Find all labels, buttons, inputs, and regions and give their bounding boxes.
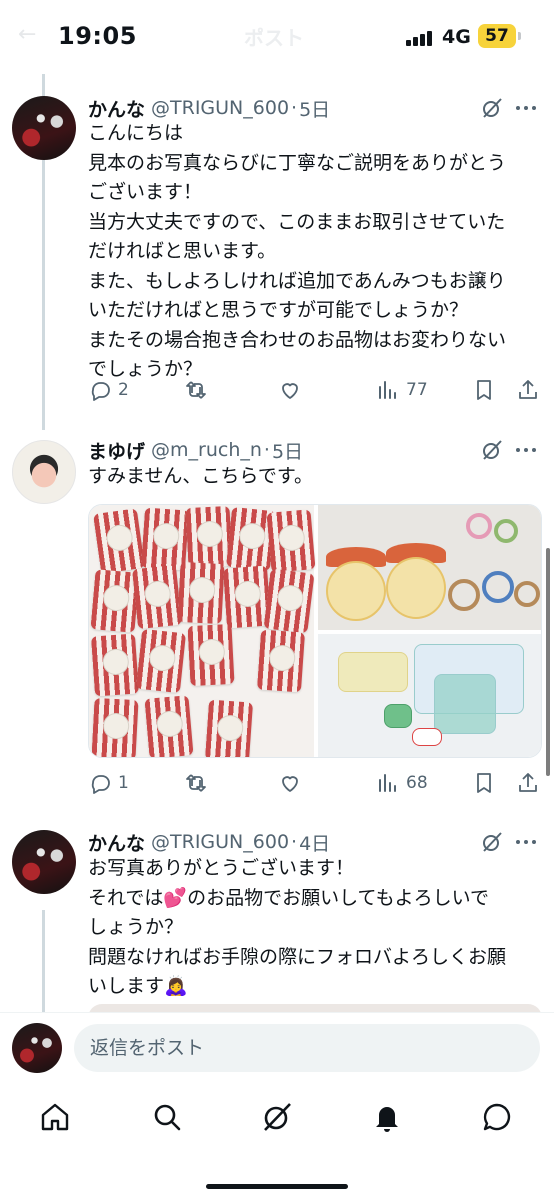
- signal-icon: [406, 30, 434, 46]
- back-arrow-icon[interactable]: ←: [18, 22, 36, 47]
- home-indicator: [206, 1184, 348, 1189]
- media-photo-plush[interactable]: [318, 505, 541, 630]
- home-icon[interactable]: [38, 1100, 72, 1134]
- tweet-header: かんな @TRIGUN_600 · 5日: [88, 94, 330, 122]
- user-handle[interactable]: @m_ruch_n: [151, 439, 262, 461]
- bookmark-icon: [477, 380, 491, 400]
- reply-count: 1: [118, 773, 129, 793]
- status-bar: ← ポスト 19:05 4G 57: [0, 0, 554, 74]
- reply-button[interactable]: 1: [88, 768, 129, 798]
- display-name[interactable]: まゆげ: [88, 437, 145, 464]
- grok-icon[interactable]: [480, 830, 504, 854]
- reply-button[interactable]: 2: [88, 375, 129, 405]
- avatar[interactable]: [12, 830, 76, 894]
- reply-icon: [91, 382, 110, 401]
- views-button[interactable]: 77: [376, 375, 428, 405]
- network-type: 4G: [442, 26, 471, 48]
- retweet-button[interactable]: [184, 768, 208, 798]
- tweet-date[interactable]: 4日: [299, 829, 330, 856]
- avatar[interactable]: [12, 96, 76, 160]
- separator: ·: [263, 439, 270, 461]
- reply-bar: [0, 1012, 554, 1084]
- tweet[interactable]: かんな @TRIGUN_600 · 5日 こんにちは 見本のお写真ならびに丁寧な…: [0, 94, 554, 424]
- bottom-nav: [0, 1084, 554, 1200]
- tweet-date[interactable]: 5日: [299, 95, 330, 122]
- scrollbar[interactable]: [546, 548, 550, 776]
- tweet-media-grid: [88, 504, 542, 758]
- retweet-icon: [186, 774, 206, 792]
- reply-input[interactable]: [74, 1024, 540, 1072]
- view-count: 77: [406, 380, 428, 400]
- tweet-header: まゆげ @m_ruch_n · 5日: [88, 436, 303, 464]
- display-name[interactable]: かんな: [88, 829, 145, 856]
- media-photo-pouches[interactable]: [89, 505, 316, 757]
- tweet-actions: 1 68: [88, 768, 540, 798]
- more-options-icon[interactable]: [514, 438, 538, 462]
- views-button[interactable]: 68: [376, 768, 428, 798]
- status-time: 19:05: [58, 22, 137, 50]
- reply-icon: [91, 775, 110, 794]
- user-handle[interactable]: @TRIGUN_600: [151, 831, 289, 853]
- heart-icon: [282, 383, 298, 399]
- grok-icon[interactable]: [480, 438, 504, 462]
- search-icon[interactable]: [150, 1100, 184, 1134]
- share-button[interactable]: [516, 375, 540, 405]
- tweet-header: かんな @TRIGUN_600 · 4日: [88, 828, 330, 856]
- grok-icon[interactable]: [480, 96, 504, 120]
- screen-title: ポスト: [244, 26, 304, 50]
- bookmark-button[interactable]: [472, 768, 496, 798]
- notifications-icon[interactable]: [370, 1100, 404, 1134]
- heart-icon: [282, 776, 298, 792]
- separator: ·: [291, 97, 298, 119]
- share-button[interactable]: [516, 768, 540, 798]
- retweet-button[interactable]: [184, 375, 208, 405]
- my-avatar[interactable]: [12, 1023, 62, 1073]
- share-icon: [519, 773, 537, 792]
- tweet-text: すみません、こちらです。: [88, 465, 313, 487]
- views-icon: [379, 381, 396, 399]
- reply-count: 2: [118, 380, 129, 400]
- retweet-icon: [186, 381, 206, 399]
- avatar[interactable]: [12, 440, 76, 504]
- display-name[interactable]: かんな: [88, 95, 145, 122]
- battery-indicator: 57: [478, 24, 516, 48]
- tweet-text: こんにちは 見本のお写真ならびに丁寧なご説明をありがとう ございます！ 当方大丈…: [88, 122, 507, 380]
- media-photo-charms[interactable]: [318, 634, 541, 757]
- battery-nub: [518, 32, 521, 40]
- messages-icon[interactable]: [480, 1100, 514, 1134]
- more-options-icon[interactable]: [514, 830, 538, 854]
- like-button[interactable]: [278, 768, 302, 798]
- share-icon: [519, 380, 537, 399]
- like-button[interactable]: [278, 375, 302, 405]
- tweet-date[interactable]: 5日: [272, 437, 303, 464]
- grok-icon[interactable]: [260, 1100, 294, 1134]
- bookmark-icon: [477, 773, 491, 793]
- more-options-icon[interactable]: [514, 96, 538, 120]
- separator: ·: [291, 831, 298, 853]
- user-handle[interactable]: @TRIGUN_600: [151, 97, 289, 119]
- tweet-actions: 2 77: [88, 375, 540, 405]
- view-count: 68: [406, 773, 428, 793]
- tweet-text: お写真ありがとうございます！ それでは💕のお品物でお願いしてもよろしいで しょう…: [88, 857, 507, 997]
- bookmark-button[interactable]: [472, 375, 496, 405]
- views-icon: [379, 774, 396, 792]
- tweet[interactable]: かんな @TRIGUN_600 · 4日 お写真ありがとうございます！ それでは…: [0, 828, 554, 1008]
